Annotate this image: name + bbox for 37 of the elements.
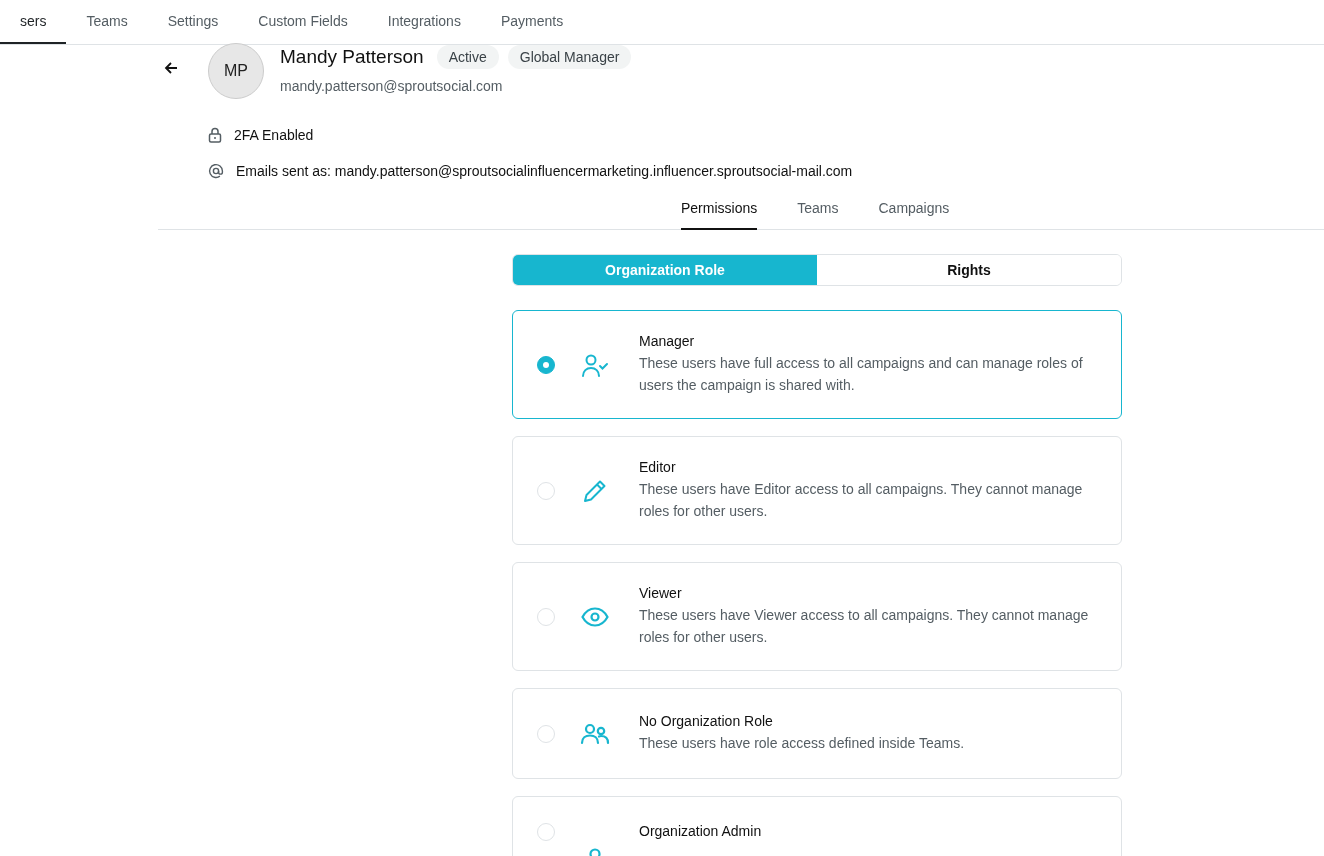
back-arrow-icon bbox=[164, 61, 178, 75]
role-title: Manager bbox=[639, 333, 696, 349]
profile-tab[interactable]: Teams bbox=[797, 190, 839, 230]
nav-tab[interactable]: Payments bbox=[480, 0, 584, 44]
status-badge: Global Manager bbox=[507, 45, 632, 69]
role-description: These users have role access defined inside Teams. bbox=[639, 734, 965, 753]
role-title: Organization Admin bbox=[639, 823, 762, 839]
nav-tab[interactable]: Integrations bbox=[367, 0, 481, 44]
nav-tab[interactable]: sers bbox=[0, 0, 67, 44]
role-card[interactable]: Organization Admin bbox=[512, 796, 1122, 856]
users-icon bbox=[580, 722, 610, 745]
user-check-icon bbox=[581, 352, 609, 377]
role-card[interactable]: Manager These users have full access to all campaigns and can manage roles of users the campaign is shared with. bbox=[512, 310, 1122, 419]
lock-icon bbox=[208, 127, 222, 143]
user-name: Mandy Patterson bbox=[280, 46, 424, 68]
status-badge: Active bbox=[436, 45, 499, 69]
role-card[interactable]: Viewer These users have Viewer access to all campaigns. They cannot manage roles for other users. bbox=[512, 562, 1122, 671]
role-title: Viewer bbox=[639, 585, 683, 601]
role-description: These users have Editor access to all campaigns. They cannot manage roles for other users. bbox=[639, 480, 1084, 521]
avatar: MP bbox=[208, 43, 264, 99]
role-title: Editor bbox=[639, 459, 677, 475]
nav-tab[interactable]: Custom Fields bbox=[238, 0, 368, 44]
profile-tab[interactable]: Campaigns bbox=[878, 190, 950, 230]
nav-tab[interactable]: Settings bbox=[147, 0, 239, 44]
user-email: mandy.patterson@sproutsocial.com bbox=[280, 78, 504, 94]
role-title: No Organization Role bbox=[639, 713, 774, 729]
radio-button[interactable] bbox=[537, 355, 555, 374]
role-card[interactable]: Editor These users have Editor access to all campaigns. They cannot manage roles for other users. bbox=[512, 436, 1122, 545]
detail-text: Emails sent as: mandy.patterson@sproutsocialinfluencermarketing.influencer.sproutsocial-mail.com bbox=[236, 163, 853, 179]
eye-icon bbox=[581, 606, 609, 627]
role-description: These users have Viewer access to all campaigns. They cannot manage roles for other users. bbox=[639, 606, 1090, 647]
at-sign-icon bbox=[208, 163, 224, 179]
detail-text: 2FA Enabled bbox=[234, 127, 314, 143]
role-description: These users have full access to all campaigns and can manage roles of users the campaign is shared with. bbox=[639, 354, 1084, 395]
profile-tab[interactable]: Permissions bbox=[681, 190, 758, 230]
nav-tab[interactable]: Teams bbox=[66, 0, 148, 44]
role-card[interactable]: No Organization Role These users have role access defined inside Teams. bbox=[512, 688, 1122, 779]
